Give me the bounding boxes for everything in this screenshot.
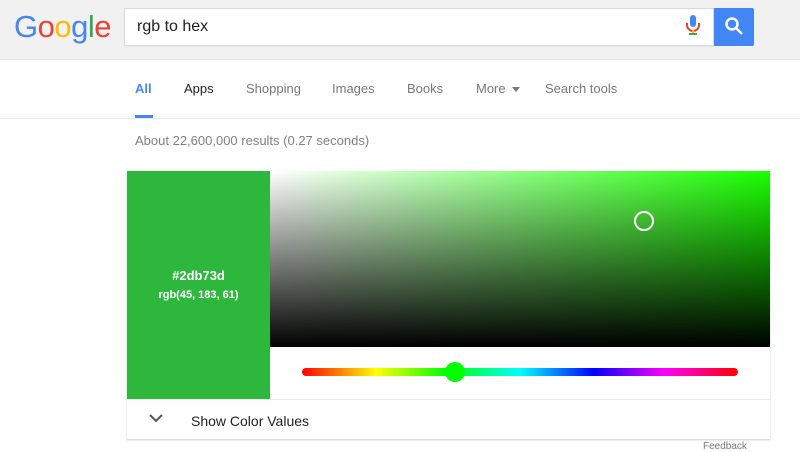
logo-letter: g	[71, 9, 88, 44]
tab-more[interactable]: More	[476, 81, 521, 96]
rgb-value: rgb(45, 183, 61)	[158, 289, 239, 301]
show-color-values-label: Show Color Values	[191, 413, 310, 429]
color-swatch: #2db73d rgb(45, 183, 61)	[127, 171, 270, 399]
google-logo[interactable]: Google	[14, 9, 112, 45]
hue-slider[interactable]	[302, 368, 738, 376]
search-nav: All Apps Shopping Images Books More Sear…	[0, 60, 800, 119]
logo-letter: o	[54, 9, 72, 44]
tab-apps[interactable]: Apps	[184, 81, 214, 96]
show-color-values-row[interactable]: Show Color Values	[127, 399, 770, 440]
logo-letter: o	[37, 9, 55, 44]
tab-images[interactable]: Images	[332, 81, 375, 96]
header: Google	[0, 0, 800, 60]
tab-shopping[interactable]: Shopping	[246, 81, 301, 96]
search-tools[interactable]: Search tools	[545, 81, 617, 96]
logo-letter: G	[14, 9, 38, 44]
tab-more-label: More	[476, 81, 506, 96]
search-box[interactable]	[124, 8, 714, 46]
active-tab-indicator	[135, 115, 153, 118]
search-icon	[725, 16, 743, 35]
caret-down-icon	[512, 87, 521, 93]
mic-icon[interactable]	[686, 15, 700, 37]
search-input[interactable]	[137, 18, 657, 36]
hex-value: #2db73d	[172, 268, 225, 283]
logo-letter: e	[94, 9, 112, 44]
chevron-down-icon	[149, 414, 163, 423]
search-button[interactable]	[714, 8, 754, 46]
saturation-value-handle[interactable]	[634, 211, 654, 231]
hue-slider-handle[interactable]	[445, 362, 465, 382]
color-picker-card: #2db73d rgb(45, 183, 61) Show Color Valu…	[127, 171, 770, 439]
saturation-value-area[interactable]	[270, 171, 770, 347]
tab-all[interactable]: All	[135, 81, 152, 96]
result-stats: About 22,600,000 results (0.27 seconds)	[135, 133, 370, 148]
feedback-link[interactable]: Feedback	[703, 441, 747, 452]
tab-books[interactable]: Books	[407, 81, 443, 96]
